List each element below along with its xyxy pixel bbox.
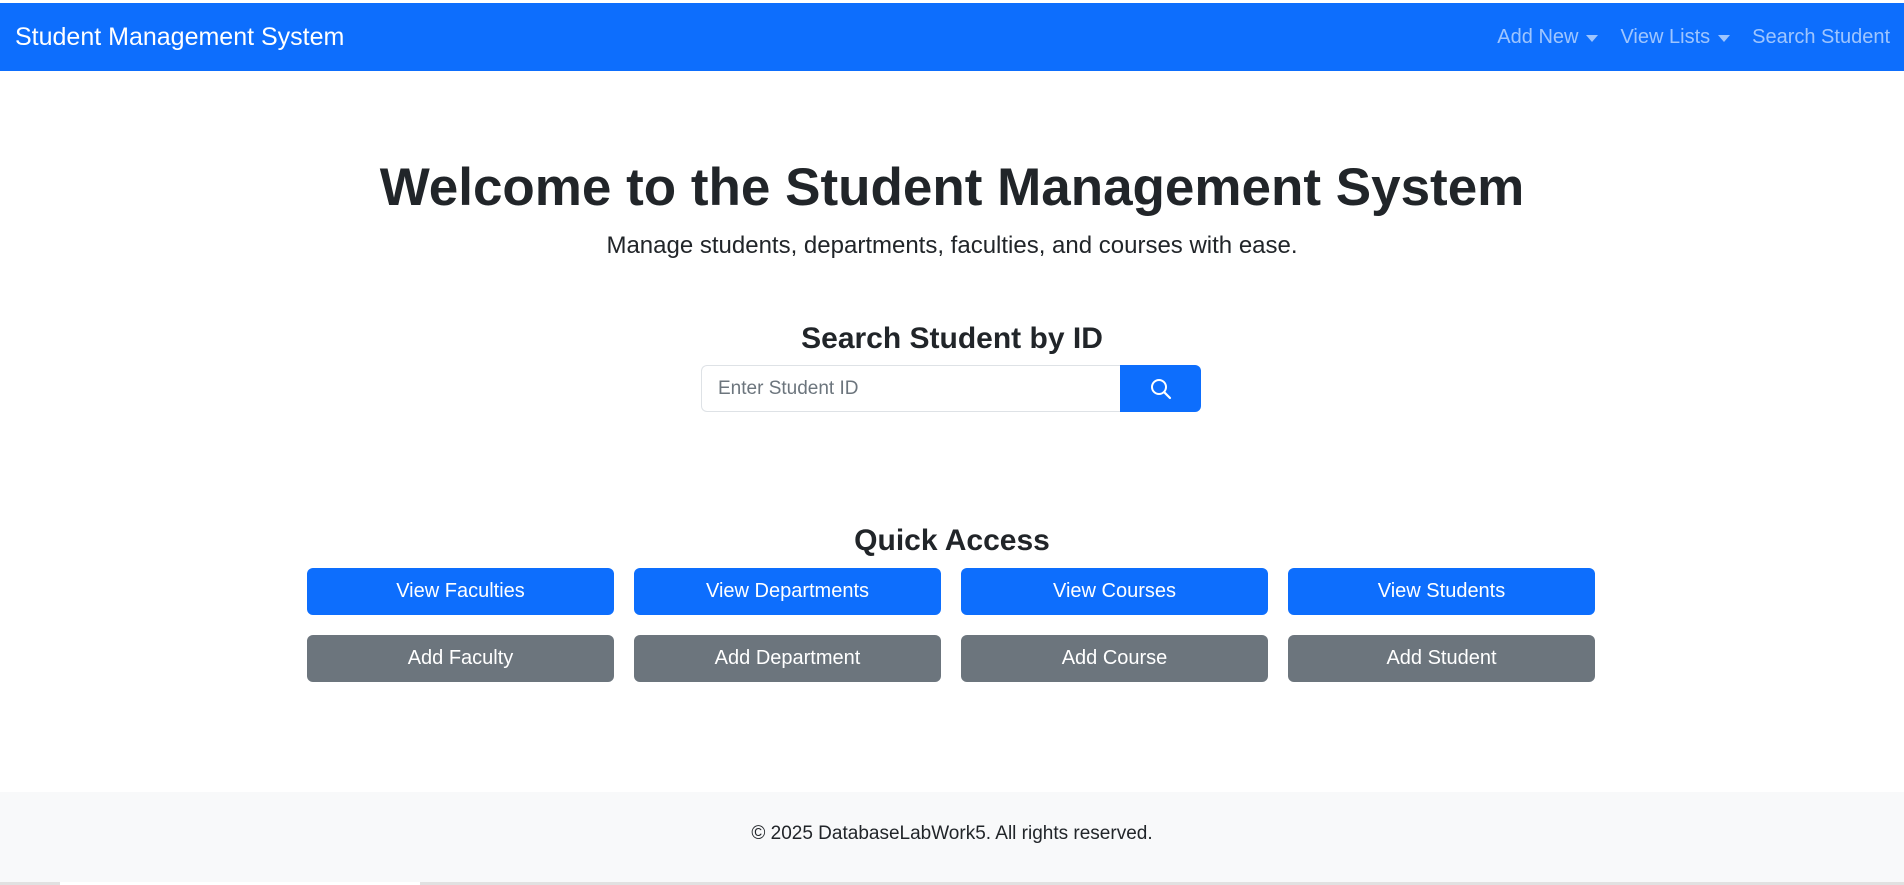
nav-search-student-label: Search Student bbox=[1752, 25, 1890, 48]
page-title: Welcome to the Student Management System bbox=[379, 158, 1525, 217]
search-form bbox=[701, 365, 1201, 412]
search-button[interactable] bbox=[1120, 365, 1201, 412]
search-icon bbox=[1150, 378, 1171, 399]
caret-down-icon bbox=[1586, 34, 1599, 42]
add-student-button[interactable]: Add Student bbox=[1288, 635, 1595, 682]
view-courses-button[interactable]: View Courses bbox=[961, 568, 1268, 615]
add-department-button[interactable]: Add Department bbox=[634, 635, 941, 682]
quick-access-heading: Quick Access bbox=[854, 524, 1050, 557]
search-heading: Search Student by ID bbox=[801, 322, 1103, 355]
footer: © 2025 DatabaseLabWork5. All rights rese… bbox=[0, 792, 1904, 882]
view-faculties-button[interactable]: View Faculties bbox=[307, 568, 614, 615]
footer-copyright: © 2025 DatabaseLabWork5. All rights rese… bbox=[751, 823, 1153, 844]
nav-search-student-link[interactable]: Search Student bbox=[1752, 26, 1890, 49]
add-course-button[interactable]: Add Course bbox=[961, 635, 1268, 682]
student-id-input[interactable] bbox=[701, 365, 1120, 412]
nav-add-new-dropdown[interactable]: Add New bbox=[1497, 25, 1599, 49]
quick-access-grid: View Faculties View Departments View Cou… bbox=[307, 568, 1595, 682]
nav-view-lists-dropdown[interactable]: View Lists bbox=[1620, 25, 1731, 49]
navbar-brand[interactable]: Student Management System bbox=[15, 24, 344, 50]
caret-down-icon bbox=[1718, 34, 1731, 42]
add-faculty-button[interactable]: Add Faculty bbox=[307, 635, 614, 682]
navbar-links: Add New View Lists Search Student bbox=[1497, 26, 1890, 49]
navbar: Student Management System Add New View L… bbox=[0, 3, 1904, 71]
page-subtitle: Manage students, departments, faculties,… bbox=[606, 232, 1298, 259]
view-departments-button[interactable]: View Departments bbox=[634, 568, 941, 615]
view-students-button[interactable]: View Students bbox=[1288, 568, 1595, 615]
nav-add-new-label: Add New bbox=[1497, 25, 1579, 48]
nav-view-lists-label: View Lists bbox=[1620, 25, 1711, 48]
